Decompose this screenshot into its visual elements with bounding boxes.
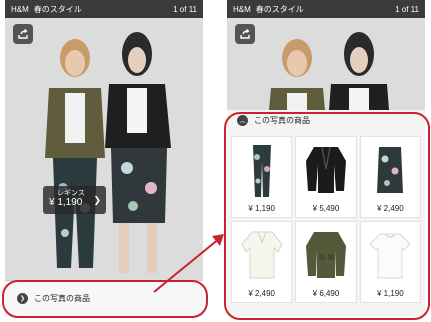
product-price: ¥ 6,490 [312,289,340,298]
product-price: ¥ 1,190 [248,204,276,213]
items-panel-title: この写真の商品 [254,115,310,125]
utility-jacket-image [305,232,346,278]
items-panel: ︿ この写真の商品 ¥ 1,190 ¥ 5,490 ¥ 2,490 ¥ 2,49… [227,110,425,316]
top-bar: H&M 春のスタイル 1 of 11 [5,0,203,18]
photo-counter: 1 of 11 [395,4,419,14]
share-icon [240,28,250,39]
product-item-leather-jacket[interactable]: ¥ 5,490 [295,136,357,218]
tee-image [369,233,412,279]
photo-counter: 1 of 11 [173,4,197,14]
model-photo[interactable] [227,18,425,110]
product-item-skirt[interactable]: ¥ 2,490 [359,136,421,218]
chevron-up-icon: ︿ [237,114,248,126]
price-tag-price: ¥ 1,190 [49,197,83,208]
product-item-leggings[interactable]: ¥ 1,190 [231,136,293,218]
product-item-utility-jacket[interactable]: ¥ 6,490 [295,221,357,303]
items-panel-header[interactable]: ︿ この写真の商品 [227,110,425,130]
share-icon [18,28,28,39]
chevron-right-icon: ❯ [17,293,28,304]
product-item-tee[interactable]: ¥ 1,190 [359,221,421,303]
product-item-blouse[interactable]: ¥ 2,490 [231,221,293,303]
items-grid: ¥ 1,190 ¥ 5,490 ¥ 2,490 ¥ 2,490 ¥ 6,490 … [231,136,421,303]
gallery-title: 春のスタイル [33,4,82,14]
product-price: ¥ 1,190 [376,289,404,298]
chevron-right-icon: ❯ [93,196,101,206]
share-button[interactable] [235,24,255,44]
blouse-image [241,231,283,279]
annotation-arrow [153,234,224,293]
brand-label: H&M [233,4,251,14]
brand-label: H&M [11,4,29,14]
product-price: ¥ 2,490 [376,204,404,213]
skirt-image [377,147,404,193]
gallery-title: 春のスタイル [255,4,304,14]
models-illustration [227,18,425,110]
price-tag[interactable]: レギンス ¥ 1,190 ❯ [43,186,106,214]
product-price: ¥ 5,490 [312,204,340,213]
top-bar: H&M 春のスタイル 1 of 11 [227,0,425,18]
leggings-image [252,145,271,197]
jacket-image [305,146,346,193]
share-button[interactable] [13,24,33,44]
right-screen: H&M 春のスタイル 1 of 11 ︿ この写真の商品 ¥ 1,190 ¥ 5… [227,0,425,316]
product-price: ¥ 2,490 [248,289,276,298]
items-in-photo-label: この写真の商品 [34,294,90,303]
